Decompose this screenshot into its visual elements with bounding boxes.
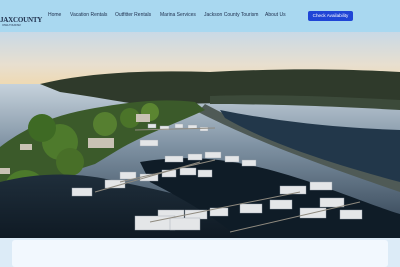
nav-marina-services-link[interactable]: Marina Services: [160, 12, 196, 18]
nav-home-link[interactable]: Home: [48, 12, 61, 18]
marina-aerial-photo: [0, 32, 400, 238]
nav-vacation-rentals-link[interactable]: Vacation Rentals: [70, 12, 107, 18]
nav-about-us-link[interactable]: About Us: [265, 12, 286, 18]
top-navbar: JAXCOUNTY IOWA TOURISM Home Vacation Ren…: [0, 0, 400, 32]
logo-tagline: IOWA TOURISM: [2, 24, 21, 27]
nav-jackson-county-tourism-link[interactable]: Jackson County Tourism: [204, 12, 258, 18]
check-availability-button[interactable]: Check Availability: [308, 11, 353, 21]
nav-outfitter-rentals-link[interactable]: Outfitter Rentals: [115, 12, 151, 18]
hero-image: [0, 32, 400, 238]
content-card: [12, 240, 388, 267]
